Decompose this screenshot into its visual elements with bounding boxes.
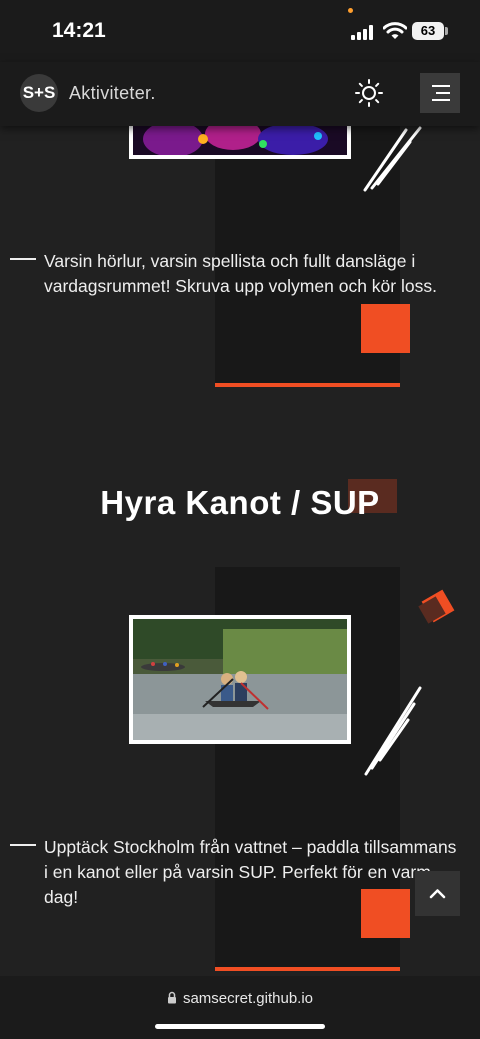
decorative-strokes-icon [364, 686, 422, 776]
home-indicator[interactable] [155, 1024, 325, 1029]
lock-icon [167, 991, 176, 1004]
accent-square [361, 889, 410, 938]
wifi-icon [383, 22, 407, 39]
recording-indicator-icon [348, 8, 353, 13]
scroll-to-top-button[interactable] [415, 871, 460, 916]
section-underline [215, 383, 400, 387]
battery-icon: 63 [412, 22, 444, 40]
menu-icon-line [432, 99, 450, 101]
site-logo[interactable]: S+S [20, 74, 58, 112]
sun-icon[interactable] [354, 78, 384, 108]
description-dash [10, 844, 36, 846]
cellular-signal-icon [351, 24, 375, 40]
accent-square [361, 304, 410, 353]
menu-icon-line [436, 92, 450, 94]
menu-icon [432, 85, 450, 87]
accent-diamond-icon [418, 589, 455, 624]
section-description: Varsin hörlur, varsin spellista och full… [44, 251, 437, 296]
menu-button[interactable] [420, 73, 460, 113]
url-display[interactable]: samsecret.github.io [0, 990, 480, 1007]
status-time: 14:21 [52, 19, 106, 42]
section-underline [215, 967, 400, 971]
site-header: S+S Aktiviteter. [0, 62, 480, 126]
url-text: samsecret.github.io [182, 990, 314, 1007]
browser-address-bar[interactable]: samsecret.github.io [0, 976, 480, 1039]
canoe-photo [133, 619, 347, 740]
brand-title[interactable]: Aktiviteter. [69, 83, 156, 104]
canoe-image [129, 615, 351, 744]
section-title: Hyra Kanot / SUP [100, 484, 380, 521]
status-bar: 14:21 63 [0, 0, 480, 62]
decorative-strokes-icon [363, 126, 422, 192]
description-dash [10, 258, 36, 260]
chevron-up-icon [429, 889, 446, 899]
battery-cap [445, 27, 448, 35]
